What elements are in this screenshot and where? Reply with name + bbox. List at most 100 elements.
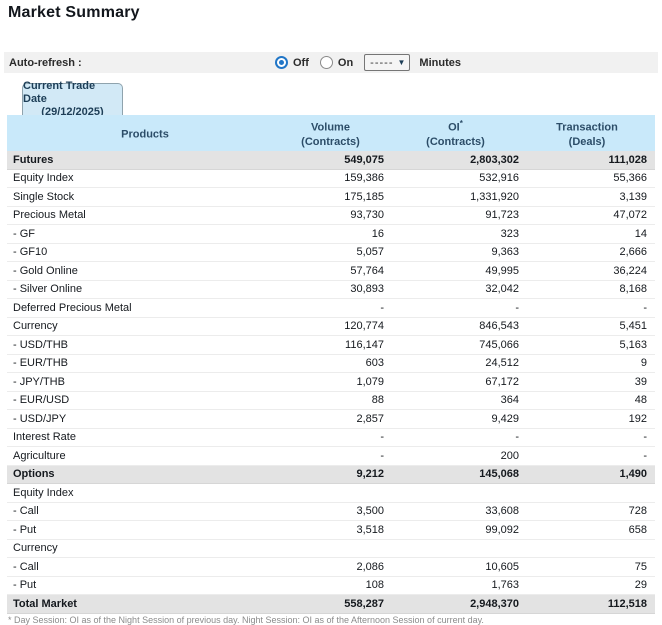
product-cell: - EUR/USD: [13, 394, 70, 407]
product-cell: - Put: [13, 523, 37, 536]
volume-cell: 3,518: [356, 523, 384, 536]
footnote: * Day Session: OI as of the Night Sessio…: [8, 615, 484, 625]
volume-cell: 5,057: [356, 246, 384, 259]
volume-cell: 93,730: [350, 209, 384, 222]
minutes-label: Minutes: [419, 56, 461, 69]
table-row: - Gold Online 57,764 49,995 36,224: [7, 262, 655, 281]
transaction-cell: 75: [634, 560, 647, 573]
oi-cell: 323: [500, 227, 519, 240]
product-cell: - Call: [13, 560, 39, 573]
volume-cell: 1,079: [356, 375, 384, 388]
auto-refresh-on-radio[interactable]: [319, 56, 333, 69]
auto-refresh-bar: Auto-refresh : Off On ----- ▼ Minutes: [4, 52, 658, 73]
transaction-cell: 5,163: [619, 338, 647, 351]
chevron-down-icon: ▼: [397, 58, 406, 67]
tab-line1: Current Trade Date: [23, 80, 96, 105]
product-cell: Futures: [13, 153, 54, 166]
oi-cell: 24,512: [485, 357, 519, 370]
product-cell: - JPY/THB: [13, 375, 65, 388]
product-cell: Currency: [13, 320, 58, 333]
oi-cell: 745,066: [479, 338, 519, 351]
column-header-products: Products: [121, 128, 169, 141]
volume-cell: 2,857: [356, 412, 384, 425]
table-body: Futures 549,075 2,803,302 111,028 Equity…: [7, 151, 655, 614]
product-cell: Single Stock: [13, 190, 75, 203]
oi-cell: 10,605: [485, 560, 519, 573]
transaction-cell: 2,666: [619, 246, 647, 259]
volume-cell: -: [380, 431, 384, 444]
transaction-cell: 658: [628, 523, 647, 536]
minutes-select[interactable]: ----- ▼: [364, 54, 411, 71]
product-cell: - Gold Online: [13, 264, 78, 277]
table-row: - JPY/THB 1,079 67,172 39: [7, 373, 655, 392]
table-row: Options 9,212 145,068 1,490: [7, 465, 655, 484]
transaction-cell: 48: [634, 394, 647, 407]
table-row: - Call 3,500 33,608 728: [7, 502, 655, 521]
oi-cell: 9,363: [491, 246, 519, 259]
auto-refresh-off-radio[interactable]: [275, 56, 288, 69]
product-cell: Equity Index: [13, 172, 74, 185]
transaction-cell: 9: [640, 357, 647, 370]
table-row: Equity Index 159,386 532,916 55,366: [7, 169, 655, 188]
product-cell: - GF: [13, 227, 35, 240]
volume-cell: 88: [371, 394, 384, 407]
table-row: Currency 120,774 846,543 5,451: [7, 317, 655, 336]
transaction-cell: 29: [634, 579, 647, 592]
table-row: - GF10 5,057 9,363 2,666: [7, 243, 655, 262]
product-cell: Equity Index: [13, 486, 74, 499]
transaction-cell: 3,139: [619, 190, 647, 203]
volume-cell: 549,075: [344, 153, 384, 166]
transaction-cell: 8,168: [619, 283, 647, 296]
volume-cell: 3,500: [356, 505, 384, 518]
table-row: Equity Index: [7, 484, 655, 503]
table-row: - Call 2,086 10,605 75: [7, 558, 655, 577]
product-cell: - USD/THB: [13, 338, 68, 351]
tab-current-trade-date[interactable]: Current Trade Date (29/12/2025): [22, 80, 123, 118]
volume-cell: -: [380, 301, 384, 314]
oi-cell: 1,331,920: [470, 190, 519, 203]
product-cell: - Call: [13, 505, 39, 518]
transaction-cell: 47,072: [613, 209, 647, 222]
table-row: Agriculture - 200 -: [7, 447, 655, 466]
auto-refresh-on-label[interactable]: On: [338, 57, 353, 69]
table-row: Interest Rate - - -: [7, 428, 655, 447]
volume-cell: -: [380, 449, 384, 462]
product-cell: - Silver Online: [13, 283, 83, 296]
column-header-volume: Volume (Contracts): [301, 121, 360, 148]
oi-cell: 364: [500, 394, 519, 407]
volume-cell: 9,212: [356, 468, 384, 481]
product-cell: Deferred Precious Metal: [13, 301, 132, 314]
volume-cell: 175,185: [344, 190, 384, 203]
volume-cell: 159,386: [344, 172, 384, 185]
oi-cell: 32,042: [485, 283, 519, 296]
table-row: Currency: [7, 539, 655, 558]
transaction-cell: 728: [628, 505, 647, 518]
table-row: Precious Metal 93,730 91,723 47,072: [7, 206, 655, 225]
column-header-transaction: Transaction (Deals): [556, 121, 618, 148]
volume-cell: 16: [371, 227, 384, 240]
oi-cell: 67,172: [485, 375, 519, 388]
transaction-cell: 39: [634, 375, 647, 388]
auto-refresh-off-label[interactable]: Off: [293, 57, 309, 69]
product-cell: - EUR/THB: [13, 357, 68, 370]
volume-cell: 57,764: [350, 264, 384, 277]
product-cell: Options: [13, 468, 55, 481]
transaction-cell: 55,366: [613, 172, 647, 185]
table-row: - EUR/THB 603 24,512 9: [7, 354, 655, 373]
product-cell: Currency: [13, 542, 58, 555]
volume-cell: 558,287: [344, 597, 384, 610]
transaction-cell: 1,490: [619, 468, 647, 481]
table-row: Futures 549,075 2,803,302 111,028: [7, 151, 655, 170]
oi-cell: 532,916: [479, 172, 519, 185]
product-cell: Precious Metal: [13, 209, 86, 222]
transaction-cell: 14: [634, 227, 647, 240]
table-row: - Put 108 1,763 29: [7, 576, 655, 595]
product-cell: Agriculture: [13, 449, 66, 462]
auto-refresh-label: Auto-refresh :: [9, 56, 82, 69]
transaction-cell: -: [643, 449, 647, 462]
oi-cell: 2,803,302: [470, 153, 519, 166]
product-cell: Interest Rate: [13, 431, 76, 444]
transaction-cell: 192: [628, 412, 647, 425]
product-cell: - USD/JPY: [13, 412, 67, 425]
table-row: - Silver Online 30,893 32,042 8,168: [7, 280, 655, 299]
